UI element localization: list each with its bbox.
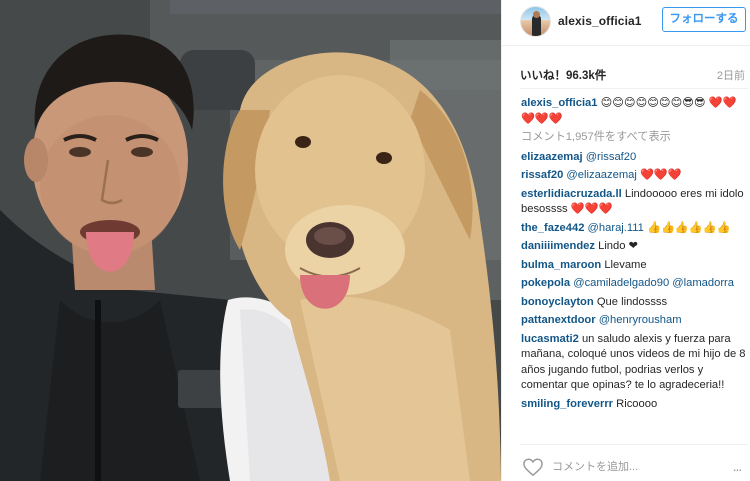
post-stats: いいね！96.3k件 2日前	[520, 67, 748, 83]
ellipsis-icon[interactable]: ...	[728, 457, 746, 475]
comment-mention[interactable]: @henryrousham	[599, 314, 682, 326]
comment-username[interactable]: rissaf20	[521, 169, 563, 181]
comment-username[interactable]: bonoyclayton	[521, 296, 594, 308]
comment-text: Llevame	[604, 258, 647, 271]
comment-item: pokepola @camiladelgado90 @lamadorra	[521, 276, 747, 292]
comments-list[interactable]: alexis_officia1 😊😊😊😊😊😊😊😎😎 ❤️❤️❤️❤️❤️ コメン…	[521, 96, 747, 439]
view-all-comments-link[interactable]: コメント1,957件をすべて表示	[521, 130, 747, 146]
comment-username[interactable]: pattanextdoor	[521, 314, 596, 326]
comment-item: the_faze442 @haraj.111 👍👍👍👍👍👍	[521, 221, 747, 237]
comment-username[interactable]: bulma_maroon	[521, 259, 601, 271]
stats-divider	[520, 88, 748, 89]
caption-username[interactable]: alexis_officia1	[521, 97, 598, 109]
comment-mention[interactable]: @rissaf20	[586, 151, 637, 163]
caption: alexis_officia1 😊😊😊😊😊😊😊😎😎 ❤️❤️❤️❤️❤️	[521, 96, 747, 127]
comment-username[interactable]: smiling_foreverrr	[521, 398, 613, 410]
post-header: alexis_officia1 フォローする	[502, 0, 750, 46]
comment-item: rissaf20 @elizaazemaj ❤️❤️❤️	[521, 168, 747, 184]
comment-mention[interactable]: @camiladelgado90 @lamadorra	[573, 277, 734, 289]
comment-username[interactable]: daniiiimendez	[521, 240, 595, 252]
comment-username[interactable]: pokepola	[521, 277, 570, 289]
likes-count[interactable]: いいね！96.3k件	[520, 67, 606, 83]
comment-input[interactable]	[552, 458, 722, 476]
comment-text: 👍👍👍👍👍👍	[647, 221, 731, 234]
comment-footer: ...	[520, 444, 748, 481]
comment-item: pattanextdoor @henryrousham	[521, 313, 747, 329]
post-timestamp[interactable]: 2日前	[717, 67, 745, 83]
comment-text: Que lindossss	[596, 295, 668, 308]
comment-item: elizaazemaj @rissaf20	[521, 150, 747, 166]
comment-item: lucasmati2 un saludo alexis y fuerza par…	[521, 332, 747, 394]
comment-username[interactable]: the_faze442	[521, 222, 584, 234]
comment-mention[interactable]: @haraj.111	[588, 222, 644, 234]
comment-username[interactable]: elizaazemaj	[521, 151, 583, 163]
heart-icon[interactable]	[522, 457, 544, 477]
comment-text: ❤️❤️❤️	[639, 169, 682, 181]
comment-mention[interactable]: @elizaazemaj	[566, 169, 636, 181]
avatar-head	[533, 11, 540, 18]
comment-item: bulma_maroon Llevame	[521, 258, 747, 274]
comment-item: smiling_foreverrr Ricoooo	[521, 397, 747, 413]
follow-button[interactable]: フォローする	[662, 7, 746, 32]
comment-username[interactable]: esterlidiacruzada.ll	[521, 188, 622, 200]
avatar-figure	[532, 15, 541, 36]
comment-item: esterlidiacruzada.ll Lindooooo eres mi i…	[521, 187, 747, 218]
comment-text: Lindo ❤	[598, 240, 638, 252]
comment-text: Ricoooo	[616, 397, 658, 410]
post-photo-image	[0, 0, 501, 481]
post-sidebar: alexis_officia1 フォローする いいね！96.3k件 2日前 al…	[501, 0, 750, 481]
comment-username[interactable]: lucasmati2	[521, 333, 579, 345]
comment-item: daniiiimendez Lindo ❤	[521, 239, 747, 255]
avatar[interactable]	[520, 6, 551, 37]
header-username[interactable]: alexis_officia1	[558, 14, 642, 28]
comment-item: bonoyclayton Que lindossss	[521, 295, 747, 311]
post-photo[interactable]	[0, 0, 501, 481]
